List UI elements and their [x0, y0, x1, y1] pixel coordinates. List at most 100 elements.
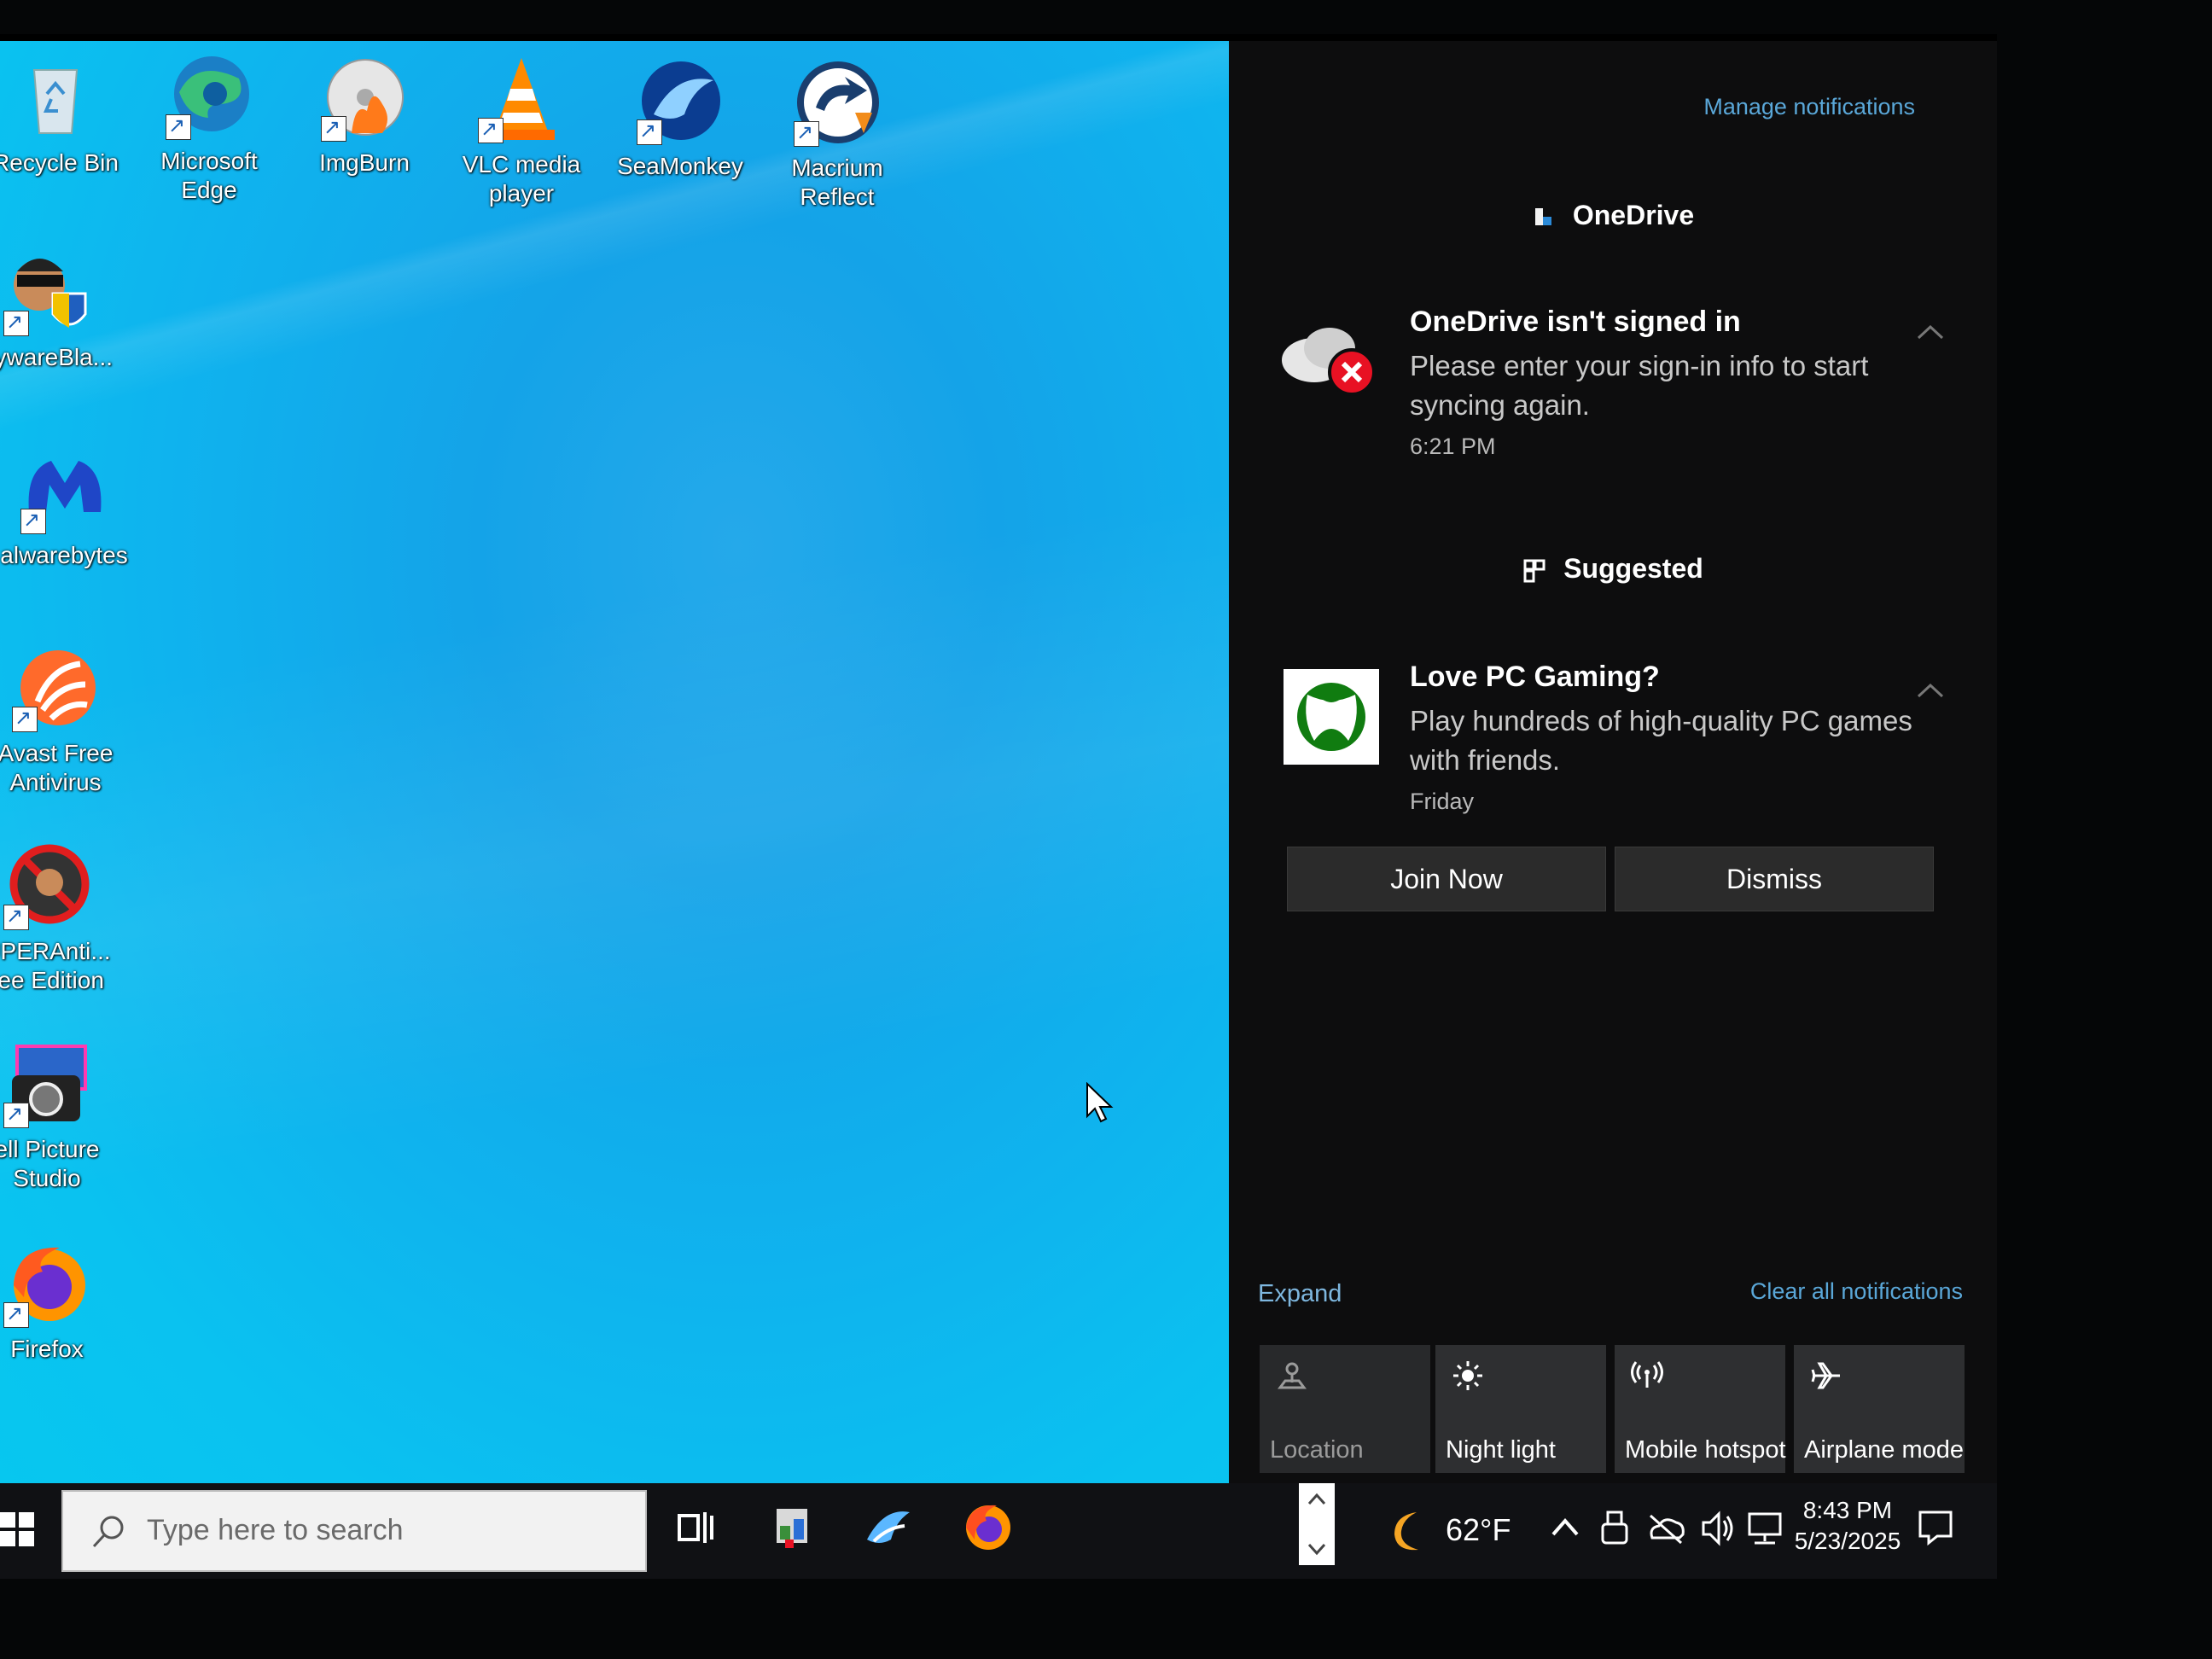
- firefox-icon: [0, 1237, 94, 1331]
- suggested-app-icon: [1522, 558, 1548, 584]
- icon-label: alwarebytes: [0, 542, 128, 568]
- desktop-icon-microsoft-edge[interactable]: Microsoft Edge: [137, 49, 282, 205]
- wallpaper-light: [0, 41, 1229, 1483]
- weather-temperature[interactable]: 62°F: [1446, 1512, 1511, 1608]
- task-view-icon[interactable]: [671, 1502, 722, 1553]
- edge-icon: [162, 49, 256, 143]
- desktop-icon-seamonkey[interactable]: SeaMonkey: [608, 55, 753, 181]
- shortcut-arrow-icon: [3, 1300, 29, 1329]
- notification-group-onedrive: OneDrive: [1229, 200, 1997, 231]
- icon-label: UPERAnti... ree Edition: [0, 938, 111, 993]
- quick-action-label: Airplane mode: [1804, 1436, 1964, 1464]
- shortcut-arrow-icon: [321, 114, 346, 143]
- imgburn-icon: [317, 51, 411, 145]
- notification-onedrive[interactable]: OneDrive isn't signed in Please enter yo…: [1280, 297, 1963, 459]
- notification-time: Friday: [1410, 789, 1475, 814]
- chevron-up-icon[interactable]: [1915, 681, 1946, 700]
- onedrive-offline-icon[interactable]: [1645, 1509, 1686, 1548]
- desktop-icon-vlc[interactable]: VLC media player: [449, 53, 594, 208]
- shortcut-arrow-icon: [3, 902, 29, 931]
- usb-device-icon[interactable]: [1598, 1509, 1632, 1548]
- notification-title: Love PC Gaming?: [1410, 661, 1660, 693]
- shortcut-arrow-icon: [794, 119, 819, 148]
- manage-notifications-link[interactable]: Manage notifications: [1703, 94, 1915, 120]
- taskbar-clock[interactable]: 8:43 PM 5/23/2025: [1792, 1493, 1903, 1589]
- desktop-icon-recycle-bin[interactable]: Recycle Bin: [0, 51, 128, 178]
- weather-moon-icon[interactable]: [1382, 1507, 1430, 1555]
- desktop-icon-dell-picture-studio[interactable]: ell Picture Studio: [0, 1038, 119, 1193]
- icon-label: Firefox: [10, 1336, 84, 1362]
- windows-start-icon[interactable]: [0, 1500, 43, 1560]
- chevron-up-icon[interactable]: [1915, 323, 1946, 341]
- hotspot-icon: [1631, 1361, 1663, 1388]
- quick-action-label: Mobile hotspot: [1625, 1436, 1786, 1464]
- shortcut-arrow-icon: [12, 704, 38, 733]
- network-icon[interactable]: [1744, 1509, 1785, 1548]
- quick-action-label: Night light: [1446, 1436, 1556, 1464]
- group-app-name: OneDrive: [1572, 200, 1695, 230]
- action-center-panel: Manage notifications OneDrive OneDrive i…: [1229, 41, 1997, 1483]
- airplane-icon: [1811, 1362, 1840, 1389]
- notification-xbox[interactable]: Love PC Gaming? Play hundreds of high-qu…: [1280, 652, 1963, 823]
- vlc-cone-icon: [474, 53, 568, 147]
- seamonkey-taskbar-icon[interactable]: [862, 1502, 913, 1553]
- shortcut-arrow-icon: [478, 115, 504, 144]
- location-icon: [1278, 1362, 1307, 1389]
- icon-label: VLC media player: [462, 151, 581, 207]
- icon-label: Avast Free Antivirus: [0, 740, 114, 795]
- expand-quick-actions-link[interactable]: Expand: [1258, 1280, 1342, 1308]
- quick-action-label: Location: [1270, 1436, 1364, 1464]
- quick-action-night-light[interactable]: Night light: [1435, 1345, 1606, 1473]
- avast-icon: [9, 642, 102, 736]
- join-now-button[interactable]: Join Now: [1287, 847, 1606, 911]
- notification-body: Play hundreds of high-quality PC games w…: [1410, 705, 1912, 776]
- chevron-up-icon[interactable]: [1548, 1511, 1582, 1545]
- desktop-icon-firefox[interactable]: Firefox: [0, 1237, 119, 1364]
- superantispyware-icon: [0, 840, 94, 934]
- clock-date: 5/23/2025: [1794, 1528, 1901, 1554]
- dismiss-button[interactable]: Dismiss: [1615, 847, 1934, 911]
- notification-title: OneDrive isn't signed in: [1410, 306, 1741, 338]
- quick-action-mobile-hotspot[interactable]: Mobile hotspot: [1615, 1345, 1786, 1473]
- icon-label: ell Picture Studio: [0, 1136, 100, 1191]
- taskbar-scroll-widget[interactable]: [1299, 1483, 1336, 1579]
- desktop-icon-imgburn[interactable]: ImgBurn: [292, 51, 437, 178]
- icon-label: Recycle Bin: [0, 149, 119, 176]
- search-icon: [92, 1516, 124, 1548]
- icon-label: Macrium Reflect: [791, 154, 883, 210]
- taskbar: Type here to search 62°F 8:43 PM 5/23/20…: [0, 1483, 1997, 1579]
- xbox-icon: [1284, 669, 1379, 765]
- brightness-icon: [1453, 1361, 1482, 1390]
- desktop-icon-avast[interactable]: Avast Free Antivirus: [0, 642, 128, 797]
- shortcut-arrow-icon: [20, 506, 46, 535]
- desktop-icon-macrium-reflect[interactable]: Macrium Reflect: [765, 56, 910, 212]
- quick-action-location[interactable]: Location: [1260, 1345, 1430, 1473]
- action-center-icon[interactable]: [1915, 1507, 1956, 1548]
- taskbar-search-box[interactable]: Type here to search: [61, 1490, 647, 1572]
- onedrive-error-icon: [1282, 328, 1376, 396]
- volume-icon[interactable]: [1698, 1509, 1738, 1548]
- icon-label: pywareBla...: [0, 344, 114, 370]
- malwarebytes-icon: [17, 444, 111, 538]
- seamonkey-icon: [633, 55, 727, 148]
- mouse-cursor-icon: [1086, 1082, 1114, 1123]
- desktop-icon-malwarebytes[interactable]: alwarebytes: [0, 444, 137, 570]
- desktop-icon-superantispyware[interactable]: UPERAnti... ree Edition: [0, 840, 119, 995]
- desktop-icon-spywareblaster[interactable]: pywareBla...: [0, 246, 119, 372]
- up-down-arrows-icon: [1307, 1493, 1326, 1556]
- shortcut-arrow-icon: [3, 308, 29, 337]
- camera-icon: [0, 1038, 94, 1132]
- notification-time: 6:21 PM: [1410, 434, 1496, 459]
- clock-time: 8:43 PM: [1802, 1497, 1893, 1523]
- shortcut-arrow-icon: [3, 1100, 29, 1129]
- notification-group-suggested: Suggested: [1229, 553, 1997, 585]
- desktop[interactable]: Recycle Bin Microsoft Edge ImgBurn VLC m…: [0, 41, 1229, 1483]
- spywareblaster-icon: [0, 246, 94, 340]
- clear-all-notifications-link[interactable]: Clear all notifications: [1750, 1278, 1963, 1305]
- pinned-app-icon[interactable]: [768, 1502, 819, 1553]
- icon-label: ImgBurn: [319, 149, 410, 176]
- quick-action-airplane-mode[interactable]: Airplane mode: [1794, 1345, 1965, 1473]
- firefox-taskbar-icon[interactable]: [963, 1502, 1014, 1553]
- icon-label: SeaMonkey: [617, 153, 743, 179]
- macrium-reflect-icon: [790, 56, 884, 150]
